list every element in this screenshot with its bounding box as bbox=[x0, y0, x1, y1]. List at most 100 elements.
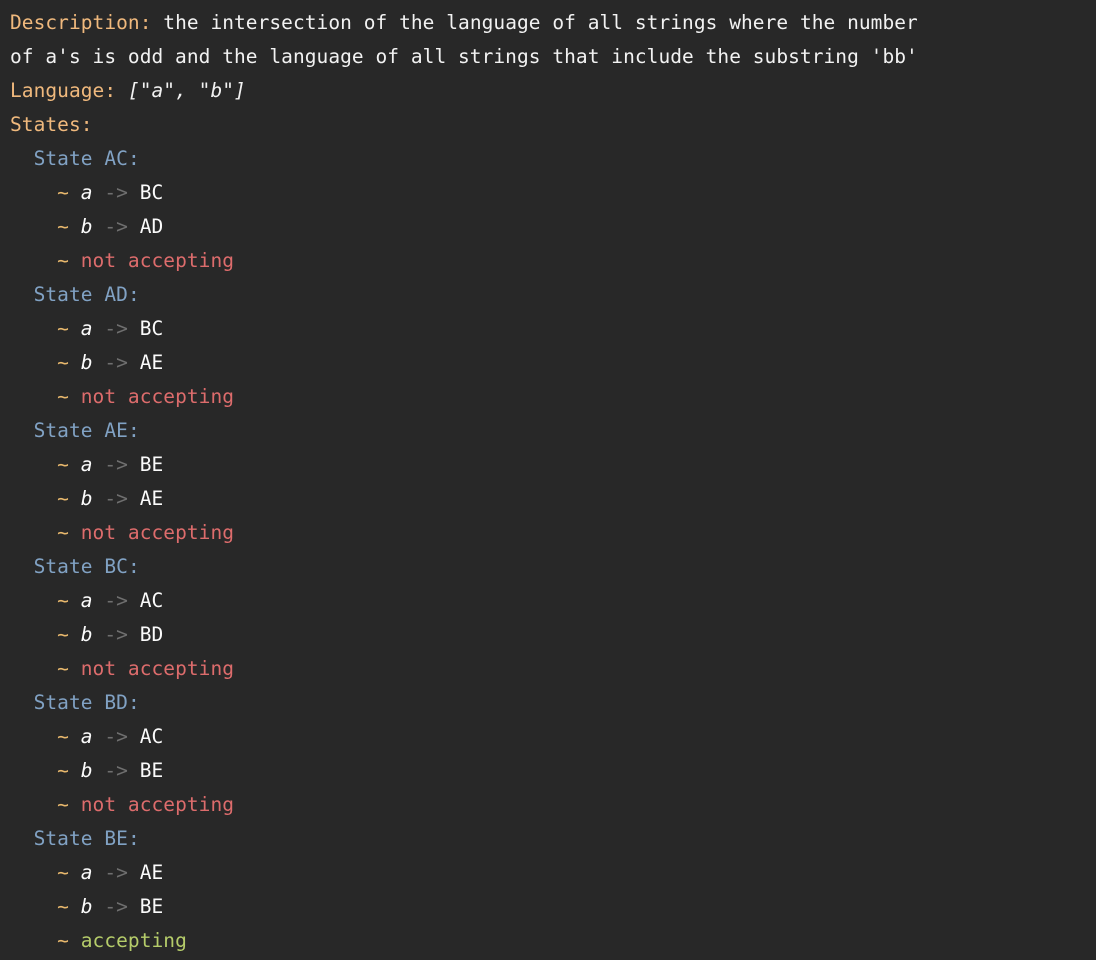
colon: : bbox=[127, 555, 140, 578]
state-header-be: State BE: bbox=[0, 822, 1096, 856]
transition-target: AC bbox=[139, 589, 164, 612]
transition-symbol: a bbox=[80, 317, 93, 340]
transition-target: BC bbox=[139, 181, 164, 204]
acceptance-status: not accepting bbox=[80, 657, 235, 680]
transition-row: ~ a -> AE bbox=[0, 856, 1096, 890]
transition-symbol: a bbox=[80, 861, 93, 884]
state-keyword: State bbox=[33, 283, 93, 306]
transition-row: ~ a -> BE bbox=[0, 448, 1096, 482]
bullet-marker: ~ bbox=[57, 215, 69, 238]
transition-symbol: b bbox=[80, 215, 93, 238]
arrow-icon: -> bbox=[104, 895, 128, 918]
state-header-ad: State AD: bbox=[0, 278, 1096, 312]
description-value-part-1 bbox=[151, 11, 163, 34]
transition-target: AD bbox=[139, 215, 164, 238]
states-label: States: bbox=[10, 113, 93, 136]
transition-target: AE bbox=[139, 861, 164, 884]
state-keyword: State bbox=[33, 691, 93, 714]
language-spacer bbox=[116, 79, 128, 102]
transition-target: BE bbox=[139, 895, 164, 918]
state-header-bd: State BD: bbox=[0, 686, 1096, 720]
state-keyword: State bbox=[33, 419, 93, 442]
acceptance-status: accepting bbox=[80, 929, 187, 952]
state-header-bc: State BC: bbox=[0, 550, 1096, 584]
acceptance-row: ~ not accepting bbox=[0, 652, 1096, 686]
bullet-marker: ~ bbox=[57, 521, 69, 544]
transition-symbol: b bbox=[80, 759, 93, 782]
transition-target: BD bbox=[139, 623, 164, 646]
language-label: Language: bbox=[10, 79, 117, 102]
bullet-marker: ~ bbox=[57, 317, 69, 340]
transition-symbol: a bbox=[80, 589, 93, 612]
transition-row: ~ a -> AC bbox=[0, 720, 1096, 754]
acceptance-status: not accepting bbox=[80, 793, 235, 816]
description-line-2: of a's is odd and the language of all st… bbox=[0, 40, 1096, 74]
acceptance-row: ~ not accepting bbox=[0, 516, 1096, 550]
description-value-line-2: of a's is odd and the language of all st… bbox=[10, 45, 918, 68]
terminal-output-pane[interactable]: Description: the intersection of the lan… bbox=[0, 0, 1096, 960]
arrow-icon: -> bbox=[104, 759, 128, 782]
state-name-ad: AD bbox=[104, 283, 128, 306]
arrow-icon: -> bbox=[104, 351, 128, 374]
bullet-marker: ~ bbox=[57, 861, 69, 884]
state-name-be: BE bbox=[104, 827, 128, 850]
transition-row: ~ b -> AE bbox=[0, 346, 1096, 380]
description-label: Description: bbox=[10, 11, 152, 34]
bullet-marker: ~ bbox=[57, 181, 69, 204]
bullet-marker: ~ bbox=[57, 657, 69, 680]
transition-row: ~ b -> AE bbox=[0, 482, 1096, 516]
arrow-icon: -> bbox=[104, 861, 128, 884]
colon: : bbox=[127, 147, 140, 170]
transition-symbol: b bbox=[80, 487, 93, 510]
transition-target: BE bbox=[139, 759, 164, 782]
transition-row: ~ b -> BD bbox=[0, 618, 1096, 652]
state-keyword: State bbox=[33, 827, 93, 850]
transition-target: AC bbox=[139, 725, 164, 748]
transition-target: AE bbox=[139, 351, 164, 374]
acceptance-row: ~ not accepting bbox=[0, 788, 1096, 822]
output-lines: Description: the intersection of the lan… bbox=[0, 6, 1096, 958]
state-header-ac: State AC: bbox=[0, 142, 1096, 176]
arrow-icon: -> bbox=[104, 589, 128, 612]
state-keyword: State bbox=[33, 555, 93, 578]
transition-symbol: b bbox=[80, 623, 93, 646]
acceptance-status: not accepting bbox=[80, 521, 235, 544]
transition-symbol: b bbox=[80, 895, 93, 918]
colon: : bbox=[127, 419, 140, 442]
bullet-marker: ~ bbox=[57, 725, 69, 748]
transition-symbol: a bbox=[80, 453, 93, 476]
